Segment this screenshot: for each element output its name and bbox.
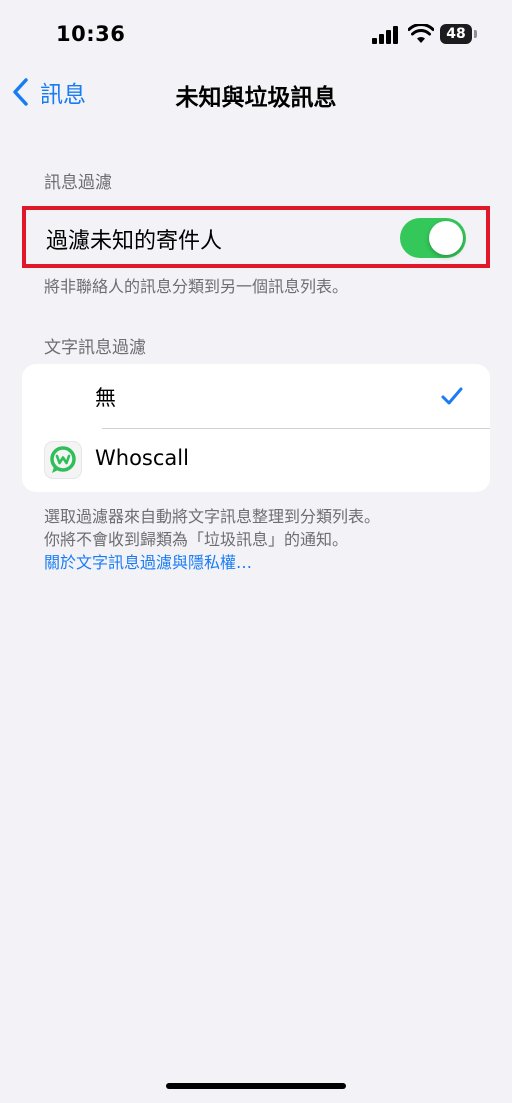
filter-unknown-senders-row[interactable]: 過濾未知的寄件人 [22, 206, 490, 268]
filter-unknown-senders-label: 過濾未知的寄件人 [46, 229, 223, 254]
battery-level: 48 [440, 24, 472, 44]
navigation-bar: 訊息 未知與垃圾訊息 [0, 70, 512, 114]
sms-filter-footer: 選取過濾器來自動將文字訊息整理到分類列表。 你將不會收到歸類為「垃圾訊息」的通知… [44, 505, 380, 574]
section-header-message-filtering: 訊息過濾 [44, 173, 112, 193]
option-whoscall[interactable]: Whoscall [22, 428, 490, 492]
status-bar: 10:36 48 [0, 0, 512, 70]
about-sms-filtering-link[interactable]: 關於文字訊息過濾與隱私權… [44, 551, 380, 574]
battery-icon: 48 [440, 24, 478, 46]
cellular-signal-icon [372, 26, 398, 44]
wifi-icon [408, 24, 434, 43]
sms-filter-footer-line2: 你將不會收到歸類為「垃圾訊息」的通知。 [44, 530, 349, 549]
option-label: 無 [95, 386, 116, 410]
section-header-sms-filtering: 文字訊息過濾 [44, 338, 146, 358]
option-none[interactable]: 無 [22, 364, 490, 429]
sms-filter-options-list: 無 Whoscall [22, 364, 490, 492]
toggle-knob [429, 221, 463, 255]
whoscall-app-icon [44, 441, 82, 479]
checkmark-icon [441, 387, 463, 405]
filter-unknown-senders-toggle[interactable] [400, 218, 466, 258]
filter-section-footer: 將非聯絡人的訊息分類到另一個訊息列表。 [44, 277, 349, 296]
page-title: 未知與垃圾訊息 [175, 85, 337, 111]
status-time: 10:36 [56, 22, 126, 46]
option-label: Whoscall [95, 446, 189, 470]
home-indicator[interactable] [166, 1083, 346, 1089]
sms-filter-footer-line1: 選取過濾器來自動將文字訊息整理到分類列表。 [44, 507, 381, 526]
battery-cap [474, 30, 477, 38]
